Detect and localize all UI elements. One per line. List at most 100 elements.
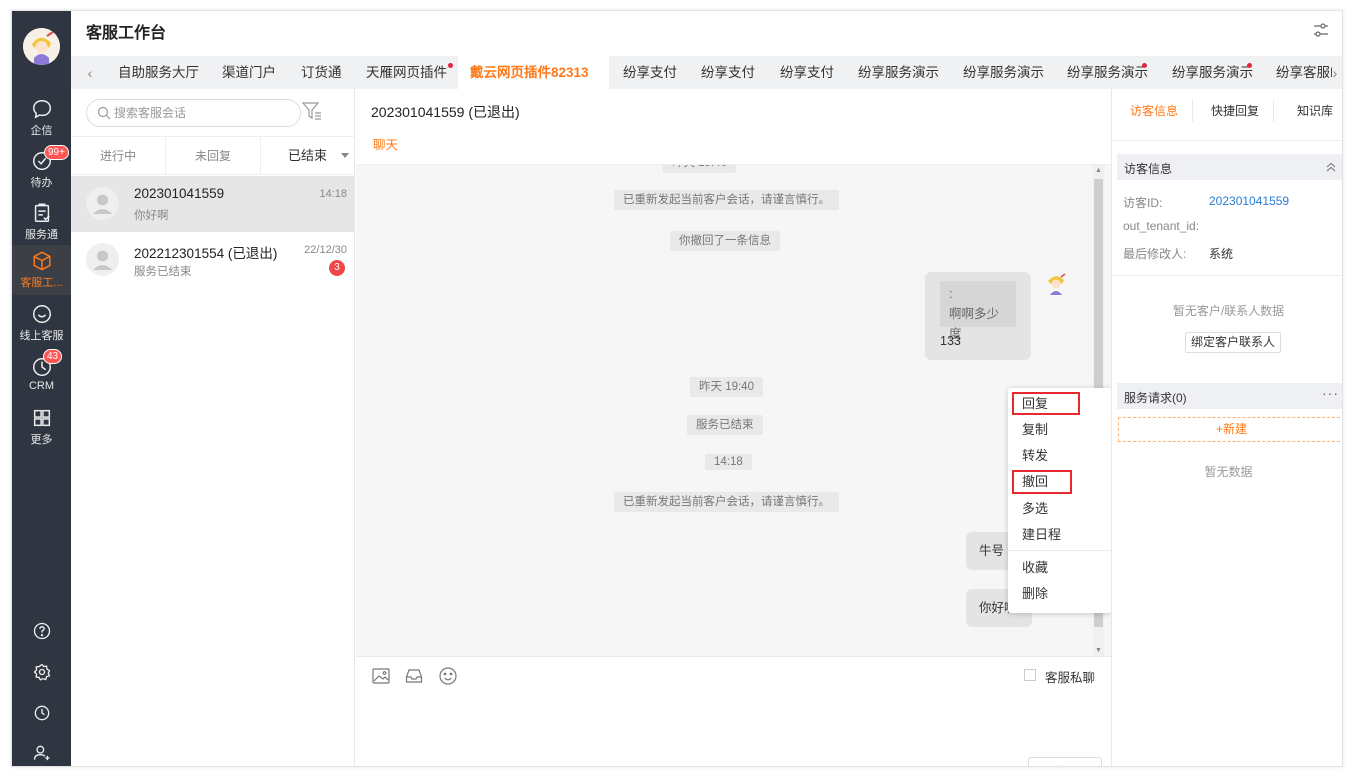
tab-kefu-e[interactable]: 纷享客服E xyxy=(1276,56,1332,89)
tab-label: 订货通 xyxy=(301,65,342,80)
menu-item-copy[interactable]: 复制 xyxy=(1008,417,1112,443)
new-request-button[interactable]: +新建 xyxy=(1118,417,1342,442)
tab-channel-portal[interactable]: 渠道门户 xyxy=(222,56,276,89)
section-title: 访客信息 xyxy=(1124,162,1173,176)
tab-bar: ‹ 自助服务大厅 渠道门户 订货通 天雁网页插件 戴云网页插件82313 纷享支… xyxy=(71,56,1342,89)
session-item[interactable]: 202212301554 (已退出) 22/12/30 服务已结束 3 xyxy=(71,232,355,288)
nav-item-online-kefu[interactable]: 线上客服 xyxy=(12,298,71,348)
settings-nav-button[interactable] xyxy=(12,656,71,688)
avatar xyxy=(86,187,119,220)
message-list[interactable]: 昨天 19:40 已重新发起当前客户会话，请谨言慎行。 你撤回了一条信息 :啊啊… xyxy=(356,164,1111,656)
history-button[interactable] xyxy=(12,697,71,729)
field-label: 访客ID: xyxy=(1123,196,1163,210)
service-request-header: 服务请求(0) ··· xyxy=(1117,383,1342,409)
help-button[interactable] xyxy=(12,615,71,647)
tab-pay-1[interactable]: 纷享支付 xyxy=(623,56,677,89)
system-message: 已重新发起当前客户会话，请谨言慎行。 xyxy=(614,492,839,512)
nav-label: CRM xyxy=(28,380,55,392)
tab-chat[interactable]: 聊天 xyxy=(373,134,398,153)
emoji-icon[interactable] xyxy=(438,666,458,686)
tab-label: 纷享支付 xyxy=(701,65,755,80)
tab-pay-3[interactable]: 纷享支付 xyxy=(780,56,834,89)
tab-label: 纷享服务演示 xyxy=(963,65,1044,80)
tab-self-service-hall[interactable]: 自助服务大厅 xyxy=(118,56,199,89)
session-item[interactable]: 202301041559 14:18 你好啊 xyxy=(71,176,355,232)
crm-badge: 43 xyxy=(43,349,63,364)
nav-item-crm[interactable]: CRM 43 xyxy=(12,349,71,399)
divider xyxy=(1273,100,1274,122)
bind-contact-button[interactable]: 绑定客户联系人 xyxy=(1185,332,1281,353)
nav-item-qixin[interactable]: 企信 xyxy=(12,93,71,143)
quoted-message: : 啊啊多少度 xyxy=(940,281,1016,341)
tab-label: 纷享服务演示 xyxy=(1172,65,1253,80)
tab-label: 自助服务大厅 xyxy=(118,65,199,80)
tab-unread-dot xyxy=(448,63,453,68)
menu-item-favorite[interactable]: 收藏 xyxy=(1008,555,1112,581)
timestamp: 昨天 19:40 xyxy=(690,377,763,397)
private-chat-checkbox[interactable] xyxy=(1024,669,1036,681)
system-message: 已重新发起当前客户会话，请谨言慎行。 xyxy=(614,190,839,210)
tab-daiyun-plugin[interactable]: 戴云网页插件82313 xyxy=(458,56,609,89)
message-bubble[interactable]: : 啊啊多少度 133 xyxy=(925,272,1031,360)
search-input[interactable] xyxy=(114,104,294,122)
visitor-id-value[interactable]: 202301041559 xyxy=(1209,194,1289,208)
scroll-up-arrow[interactable]: ▲ xyxy=(1093,165,1104,176)
menu-item-forward[interactable]: 转发 xyxy=(1008,443,1112,469)
nav-item-kefu[interactable]: 客服工... xyxy=(12,245,71,295)
chevron-down-icon xyxy=(341,153,349,158)
agent-avatar xyxy=(1043,271,1069,297)
session-time: 22/12/30 xyxy=(304,244,347,256)
folder-icon[interactable] xyxy=(404,666,424,686)
chat-title: 202301041559 (已退出) xyxy=(371,104,520,120)
nav-label: 企信 xyxy=(30,125,53,137)
chevron-up-icon[interactable] xyxy=(1325,161,1337,173)
tab-service-demo-1[interactable]: 纷享服务演示 xyxy=(858,56,939,89)
image-icon[interactable] xyxy=(371,666,391,686)
clipboard-icon xyxy=(34,203,50,222)
visitor-info-header[interactable]: 访客信息 xyxy=(1117,154,1342,180)
menu-item-create-schedule[interactable]: 建日程 xyxy=(1008,522,1112,548)
highlight-box xyxy=(1012,392,1080,415)
subtab-unreplied[interactable]: 未回复 xyxy=(166,137,260,175)
tab-pay-2[interactable]: 纷享支付 xyxy=(701,56,755,89)
tab-service-demo-2[interactable]: 纷享服务演示 xyxy=(963,56,1044,89)
highlight-box xyxy=(1012,470,1072,494)
session-preview: 服务已结束 xyxy=(134,266,192,278)
message-context-menu: 回复 复制 转发 撤回 多选 建日程 收藏 删除 xyxy=(1008,388,1112,613)
avatar xyxy=(86,243,119,276)
divider xyxy=(1008,550,1112,551)
divider xyxy=(1192,100,1193,122)
tab-service-demo-3[interactable]: 纷享服务演示 xyxy=(1067,56,1148,89)
nav-item-more[interactable]: 更多 xyxy=(12,402,71,452)
menu-item-multi-select[interactable]: 多选 xyxy=(1008,496,1112,522)
chat-bubble-icon xyxy=(32,100,51,119)
sliders-icon[interactable] xyxy=(1311,20,1331,40)
nav-item-todo[interactable]: 待办 99+ xyxy=(12,145,71,195)
user-switch-button[interactable] xyxy=(12,737,71,766)
subtab-ended[interactable]: 已结束 xyxy=(261,137,355,175)
nav-item-fuwutong[interactable]: 服务通 xyxy=(12,197,71,247)
tab-scroll-left[interactable]: ‹ xyxy=(81,56,99,89)
subtab-in-progress[interactable]: 进行中 xyxy=(71,137,165,175)
send-button[interactable]: 发送 xyxy=(1028,757,1102,766)
tab-visitor-info[interactable]: 访客信息 xyxy=(1130,101,1178,121)
nav-label: 待办 xyxy=(30,177,53,189)
tab-tianyan-plugin[interactable]: 天雁网页插件 xyxy=(366,56,453,89)
session-search[interactable] xyxy=(86,99,301,127)
tab-scroll-right[interactable]: › xyxy=(1326,56,1342,89)
divider xyxy=(1112,275,1342,276)
tab-label: 天雁网页插件 xyxy=(366,65,447,80)
more-icon[interactable]: ··· xyxy=(1322,385,1339,401)
scroll-down-arrow[interactable]: ▼ xyxy=(1093,645,1104,656)
tab-quick-reply[interactable]: 快捷回复 xyxy=(1211,101,1259,121)
gear-icon xyxy=(33,663,50,681)
filter-icon[interactable] xyxy=(301,100,323,122)
menu-item-delete[interactable]: 删除 xyxy=(1008,581,1112,607)
tab-service-demo-4[interactable]: 纷享服务演示 xyxy=(1172,56,1253,89)
tab-order[interactable]: 订货通 xyxy=(301,56,342,89)
tab-label: 纷享服务演示 xyxy=(858,65,939,80)
tab-knowledge-base[interactable]: 知识库 xyxy=(1297,101,1333,121)
system-message: 服务已结束 xyxy=(687,415,763,435)
user-avatar[interactable] xyxy=(23,28,60,65)
modifier-value: 系统 xyxy=(1209,247,1234,261)
